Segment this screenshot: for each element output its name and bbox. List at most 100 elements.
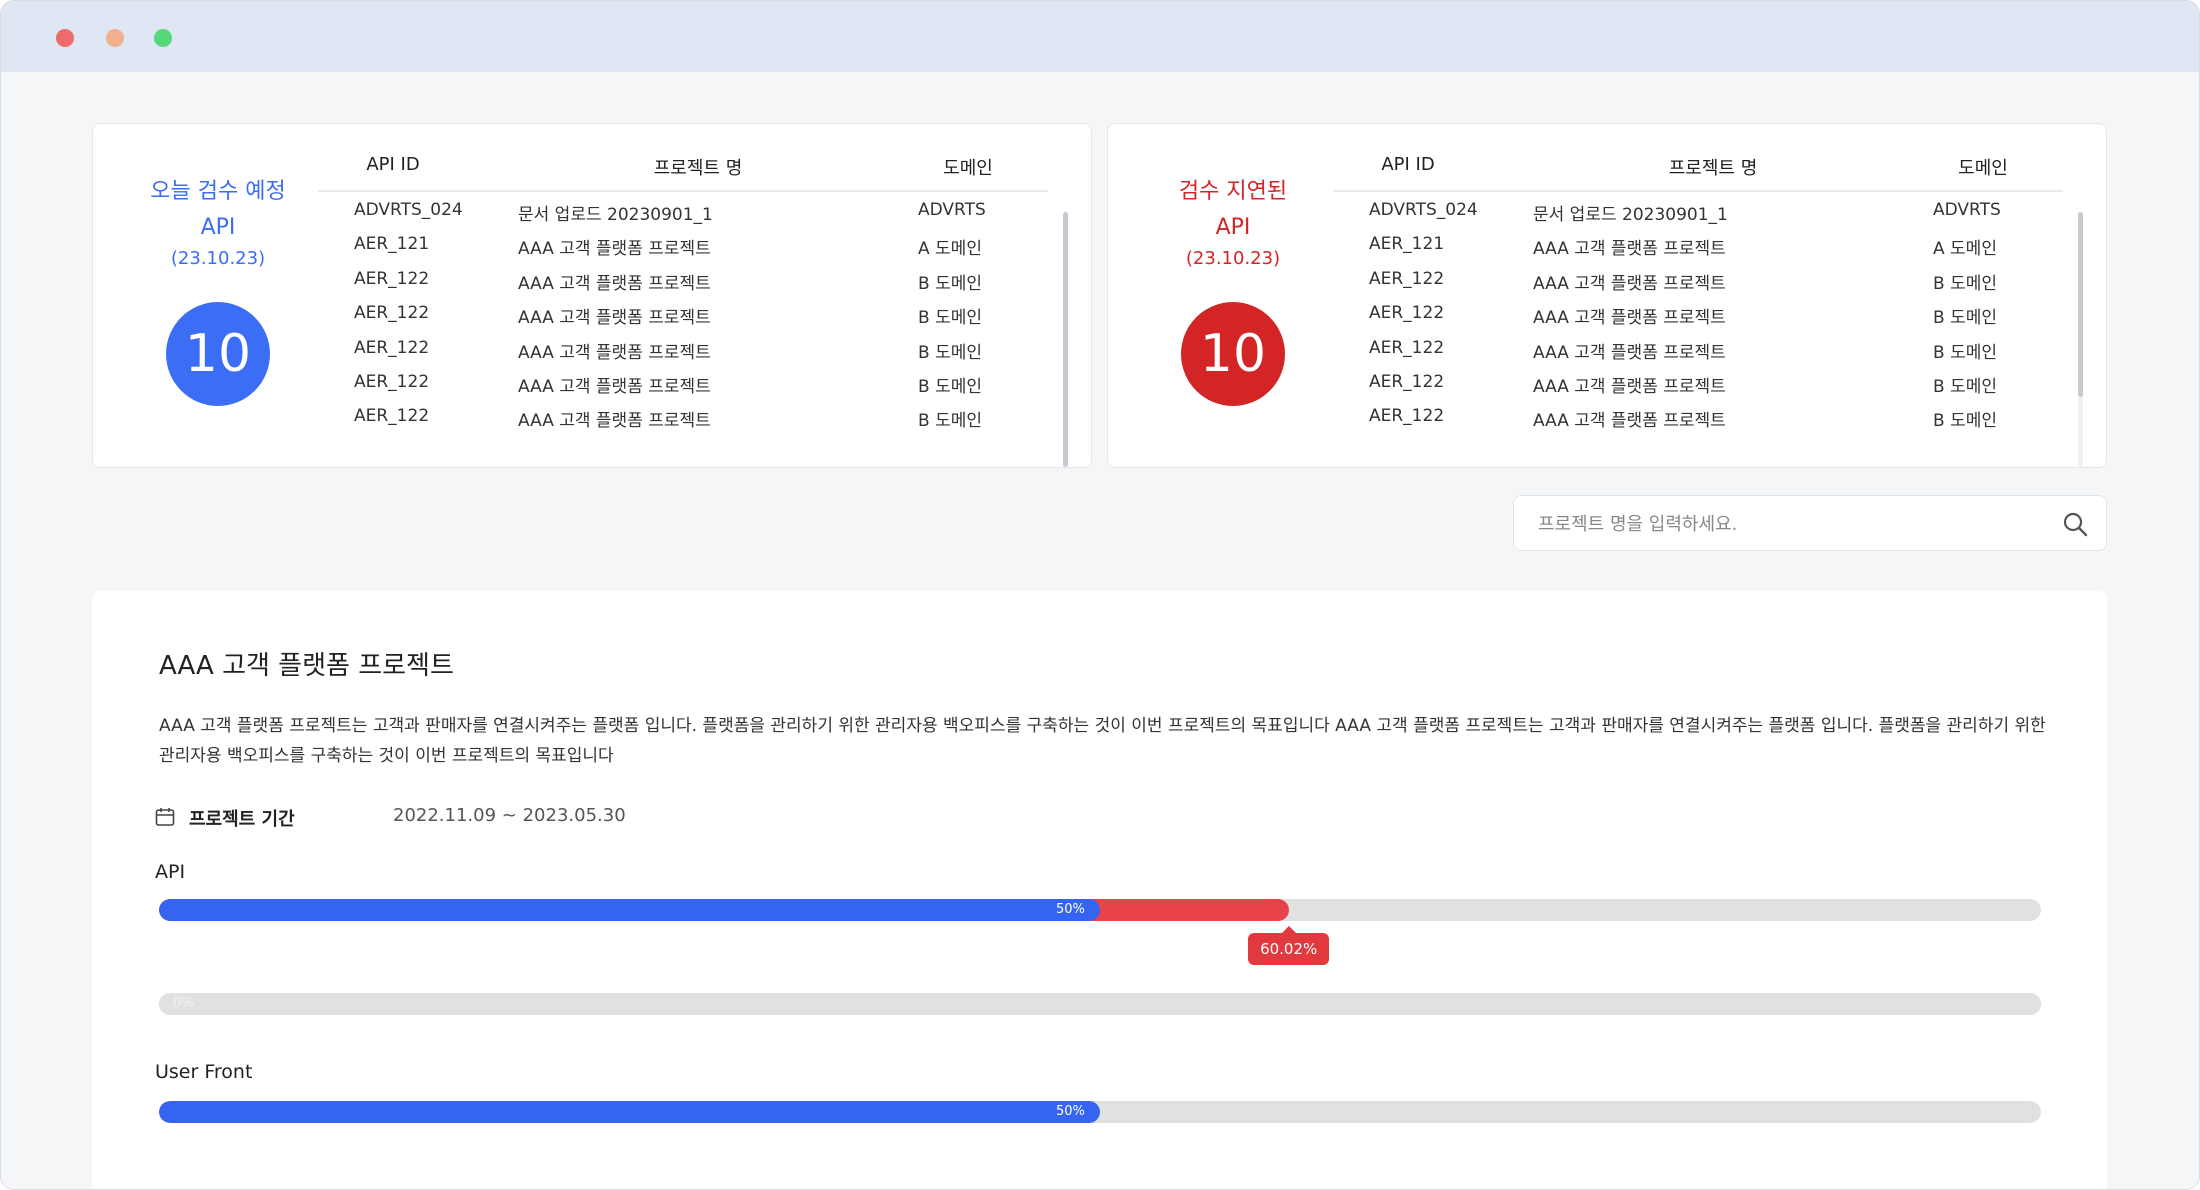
scrollbar-thumb[interactable] bbox=[1063, 212, 1068, 467]
table-row[interactable]: AER_122 AAA 고객 플랫폼 프로젝트 B 도메인 bbox=[1333, 398, 2083, 432]
second-progress-text: 0% bbox=[173, 996, 194, 1011]
api-progress-text: 50% bbox=[1056, 902, 1085, 917]
project-detail-panel: AAA 고객 플랫폼 프로젝트 AAA 고객 플랫폼 프로젝트는 고객과 판매자… bbox=[92, 591, 2107, 1189]
cell-api-id: AER_121 bbox=[1369, 234, 1445, 255]
cell-api-id: AER_122 bbox=[354, 371, 430, 392]
cell-domain: B 도메인 bbox=[1933, 273, 1997, 294]
cell-project-name: AAA 고객 플랫폼 프로젝트 bbox=[518, 239, 711, 260]
cell-domain: B 도메인 bbox=[918, 376, 982, 397]
table-row[interactable]: AER_122 AAA 고객 플랫폼 프로젝트 B 도메인 bbox=[318, 364, 1068, 398]
table-header: API ID 프로젝트 명 도메인 bbox=[1333, 144, 2063, 192]
project-period-label: 프로젝트 기간 bbox=[189, 809, 295, 830]
project-description: AAA 고객 플랫폼 프로젝트는 고객과 판매자를 연결시켜주는 플랫폼 입니다… bbox=[159, 716, 2046, 766]
table-row[interactable]: AER_122 AAA 고객 플랫폼 프로젝트 B 도메인 bbox=[318, 398, 1068, 432]
delayed-date: (23.10.23) bbox=[1185, 248, 1281, 269]
search-icon[interactable] bbox=[2062, 511, 2088, 537]
close-window-button[interactable] bbox=[56, 29, 74, 47]
api-progress-fill bbox=[159, 899, 1100, 921]
project-search-input[interactable] bbox=[1538, 508, 2038, 540]
column-header-api-id: API ID bbox=[366, 154, 420, 175]
table-row[interactable]: AER_121 AAA 고객 플랫폼 프로젝트 A 도메인 bbox=[1333, 226, 2083, 260]
cell-api-id: AER_122 bbox=[1369, 337, 1445, 358]
cell-project-name: AAA 고객 플랫폼 프로젝트 bbox=[1533, 342, 1726, 363]
cell-project-name: AAA 고객 플랫폼 프로젝트 bbox=[1533, 239, 1726, 260]
cell-domain: A 도메인 bbox=[918, 239, 982, 260]
column-header-domain: 도메인 bbox=[1958, 158, 2008, 179]
table-row[interactable]: AER_122 AAA 고객 플랫폼 프로젝트 B 도메인 bbox=[318, 261, 1068, 295]
cell-project-name: AAA 고객 플랫폼 프로젝트 bbox=[518, 411, 711, 432]
table-row[interactable]: AER_122 AAA 고객 플랫폼 프로젝트 B 도메인 bbox=[1333, 261, 2083, 295]
cell-api-id: AER_122 bbox=[1369, 371, 1445, 392]
table-body: ADVRTS_024 문서 업로드 20230901_1 ADVRTS AER_121… bbox=[318, 192, 1068, 447]
delayed-label-line2: API bbox=[1215, 215, 1251, 240]
cell-api-id: AER_122 bbox=[354, 337, 430, 358]
cell-project-name: AAA 고객 플랫폼 프로젝트 bbox=[1533, 273, 1726, 294]
user-front-progress-bar: 50% bbox=[159, 1101, 2041, 1123]
column-header-project-name: 프로젝트 명 bbox=[653, 158, 743, 179]
cell-project-name: AAA 고객 플랫폼 프로젝트 bbox=[1533, 308, 1726, 329]
cell-api-id: ADVRTS_024 bbox=[1369, 200, 1478, 220]
project-title: AAA 고객 플랫폼 프로젝트 bbox=[159, 651, 454, 681]
delayed-count-badge: 10 bbox=[1181, 302, 1285, 406]
scheduled-api-table: API ID 프로젝트 명 도메인 ADVRTS_024 문서 업로드 20230… bbox=[318, 144, 1068, 467]
project-search-box bbox=[1513, 495, 2107, 551]
user-front-progress-fill bbox=[159, 1101, 1100, 1123]
cell-api-id: AER_122 bbox=[354, 268, 430, 289]
cell-domain: B 도메인 bbox=[1933, 342, 1997, 363]
cell-api-id: AER_122 bbox=[1369, 406, 1445, 427]
scrollbar-thumb[interactable] bbox=[2078, 212, 2083, 397]
maximize-window-button[interactable] bbox=[154, 29, 172, 47]
cell-domain: ADVRTS bbox=[918, 200, 986, 220]
cell-project-name: 문서 업로드 20230901_1 bbox=[1533, 205, 1728, 225]
table-scrollbar[interactable] bbox=[1063, 212, 1068, 467]
delayed-summary: 검수 지연된 API (23.10.23) 10 bbox=[1108, 174, 1358, 406]
cell-api-id: AER_122 bbox=[354, 406, 430, 427]
column-header-project-name: 프로젝트 명 bbox=[1668, 158, 1758, 179]
table-row[interactable]: ADVRTS_024 문서 업로드 20230901_1 ADVRTS bbox=[318, 192, 1068, 226]
delayed-review-card: 검수 지연된 API (23.10.23) 10 API ID 프로젝트 명 도… bbox=[1107, 123, 2107, 468]
table-row[interactable]: AER_122 AAA 고객 플랫폼 프로젝트 B 도메인 bbox=[1333, 330, 2083, 364]
cell-api-id: ADVRTS_024 bbox=[354, 200, 463, 220]
delayed-label-line1: 검수 지연된 bbox=[1178, 179, 1288, 204]
title-bar bbox=[1, 1, 2199, 72]
calendar-icon bbox=[155, 808, 175, 826]
cell-project-name: 문서 업로드 20230901_1 bbox=[518, 205, 713, 225]
scheduled-count-badge: 10 bbox=[166, 302, 270, 406]
api-progress-label: API bbox=[155, 861, 186, 883]
cell-domain: A 도메인 bbox=[1933, 239, 1997, 260]
cell-domain: B 도메인 bbox=[1933, 411, 1997, 432]
table-row[interactable]: AER_122 AAA 고객 플랫폼 프로젝트 B 도메인 bbox=[1333, 295, 2083, 329]
table-row[interactable]: AER_122 AAA 고객 플랫폼 프로젝트 B 도메인 bbox=[318, 295, 1068, 329]
scheduled-summary: 오늘 검수 예정 API (23.10.23) 10 bbox=[93, 174, 343, 406]
table-row[interactable]: AER_122 AAA 고객 플랫폼 프로젝트 B 도메인 bbox=[1333, 364, 2083, 398]
cell-domain: B 도메인 bbox=[918, 342, 982, 363]
cell-domain: B 도메인 bbox=[918, 308, 982, 329]
cell-domain: B 도메인 bbox=[918, 411, 982, 432]
cell-project-name: AAA 고객 플랫폼 프로젝트 bbox=[1533, 411, 1726, 432]
user-front-progress-text: 50% bbox=[1056, 1104, 1085, 1119]
cell-api-id: AER_122 bbox=[354, 303, 430, 324]
cell-project-name: AAA 고객 플랫폼 프로젝트 bbox=[1533, 376, 1726, 397]
table-scrollbar[interactable] bbox=[2078, 212, 2083, 467]
cell-api-id: AER_121 bbox=[354, 234, 430, 255]
api-target-badge: 60.02% bbox=[1248, 926, 1330, 965]
table-row[interactable]: AER_122 AAA 고객 플랫폼 프로젝트 B 도메인 bbox=[318, 330, 1068, 364]
table-body: ADVRTS_024 문서 업로드 20230901_1 ADVRTS AER_121… bbox=[1333, 192, 2083, 447]
table-row[interactable]: AER_121 AAA 고객 플랫폼 프로젝트 A 도메인 bbox=[318, 226, 1068, 260]
cell-api-id: AER_122 bbox=[1369, 303, 1445, 324]
second-progress-bar: 0% bbox=[159, 993, 2041, 1015]
delayed-api-table: API ID 프로젝트 명 도메인 ADVRTS_024 문서 업로드 20230… bbox=[1333, 144, 2083, 467]
table-header: API ID 프로젝트 명 도메인 bbox=[318, 144, 1048, 192]
scheduled-review-card: 오늘 검수 예정 API (23.10.23) 10 API ID 프로젝트 명… bbox=[92, 123, 1092, 468]
cell-domain: B 도메인 bbox=[1933, 308, 1997, 329]
minimize-window-button[interactable] bbox=[106, 29, 124, 47]
app-window: 오늘 검수 예정 API (23.10.23) 10 API ID 프로젝트 명… bbox=[0, 0, 2200, 1190]
cell-project-name: AAA 고객 플랫폼 프로젝트 bbox=[518, 308, 711, 329]
cell-api-id: AER_122 bbox=[1369, 268, 1445, 289]
cell-project-name: AAA 고객 플랫폼 프로젝트 bbox=[518, 376, 711, 397]
table-row[interactable]: ADVRTS_024 문서 업로드 20230901_1 ADVRTS bbox=[1333, 192, 2083, 226]
cell-domain: ADVRTS bbox=[1933, 200, 2001, 220]
cell-project-name: AAA 고객 플랫폼 프로젝트 bbox=[518, 273, 711, 294]
user-front-progress-label: User Front bbox=[155, 1061, 253, 1083]
scheduled-date: (23.10.23) bbox=[170, 248, 266, 269]
